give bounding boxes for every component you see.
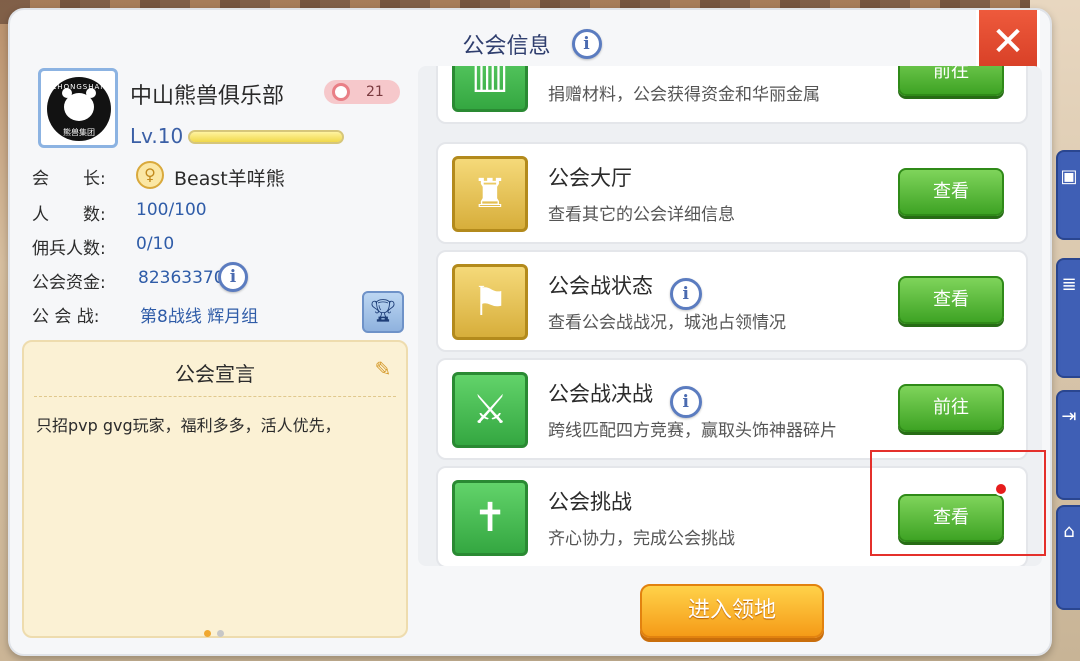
- challenge-shrine-icon: ✝: [452, 480, 528, 556]
- stat-label: 公 会 战:: [32, 307, 100, 327]
- feature-desc: 查看其它的公会详细信息: [548, 205, 735, 225]
- page-indicator: [204, 622, 230, 641]
- logo-text-top: ZHONGSHAN: [51, 83, 107, 91]
- feature-card-war-status: ⚑ 公会战状态 i 查看公会战战况，城池占领情况 查看: [436, 250, 1028, 352]
- guild-name: 中山熊兽俱乐部: [130, 84, 285, 109]
- notebook-icon: ≣: [1061, 274, 1077, 295]
- stat-row-funds: 公会资金: 82363370 i: [32, 262, 248, 293]
- bear-emblem-icon: ZHONGSHAN 熊兽集团: [47, 77, 111, 141]
- home-icon: ⌂: [1063, 521, 1075, 542]
- info-icon[interactable]: i: [571, 29, 602, 59]
- stat-value-leader[interactable]: Beast羊咩熊: [174, 164, 285, 191]
- feature-button-view[interactable]: 查看: [898, 276, 1004, 324]
- enter-territory-button[interactable]: 进入领地: [640, 584, 824, 638]
- feature-card-war-final: ⚔ 公会战决战 i 跨线匹配四方竞赛，赢取头饰神器碎片 前往: [436, 358, 1028, 460]
- stat-label: 公会资金:: [32, 273, 106, 293]
- stat-row-members: 人 数: 100/100: [32, 200, 207, 225]
- stat-value-funds: 82363370: [138, 268, 225, 288]
- badge-gem-icon: [332, 83, 350, 101]
- stat-label: 佣兵人数:: [32, 239, 106, 259]
- bear-face-icon: [62, 88, 96, 121]
- guild-logo: ZHONGSHAN 熊兽集团: [38, 68, 118, 148]
- guild-exp-fill: [190, 132, 342, 142]
- panel-title-text: 公会信息: [462, 34, 551, 59]
- female-symbol-icon: ♀: [136, 161, 164, 189]
- side-tab-notes[interactable]: ≣: [1056, 258, 1080, 378]
- logo-text-bottom: 熊兽集团: [63, 128, 95, 137]
- feature-desc: 查看公会战战况，城池占领情况: [548, 313, 786, 333]
- badge-value: 21: [366, 84, 384, 100]
- panel-title: 公会信息 i: [10, 28, 1054, 60]
- feature-desc: 跨线匹配四方竞赛，赢取头饰神器碎片: [548, 421, 837, 441]
- feature-card-hall: ♜ 公会大厅 查看其它的公会详细信息 查看: [436, 142, 1028, 244]
- door-icon: ⇥: [1061, 406, 1077, 427]
- feature-name: 公会挑战: [548, 490, 632, 514]
- feature-card-donate: ▥ 捐赠材料，公会获得资金和华丽金属 前往: [436, 66, 1028, 124]
- funds-info-icon[interactable]: i: [218, 262, 248, 292]
- feature-name-wrap: 公会战决战 i: [548, 378, 702, 418]
- stat-value-guildwar: 第8战线 辉月组: [140, 307, 259, 327]
- guild-level: Lv.10: [130, 124, 184, 148]
- stat-row-guildwar: 公 会 战: 第8战线 辉月组: [32, 302, 258, 327]
- page-dot-active: [204, 630, 211, 637]
- castle-hall-icon: ♜: [452, 156, 528, 232]
- feature-desc: 捐赠材料，公会获得资金和华丽金属: [548, 85, 820, 105]
- feature-name: 公会战状态: [548, 274, 653, 298]
- guild-info-panel: 公会信息 i ✕ ZHONGSHAN 熊兽集团 中山熊兽俱乐部 21 Lv.10…: [8, 8, 1052, 656]
- divider: [34, 396, 396, 397]
- feature-button-view[interactable]: 查看: [898, 168, 1004, 216]
- info-icon[interactable]: i: [669, 278, 702, 310]
- feature-name: 公会战决战: [548, 382, 653, 406]
- trophy-icon: 🏆︎: [369, 299, 397, 324]
- feature-button-go[interactable]: 前往: [898, 66, 1004, 96]
- manifesto-title: 公会宣言: [175, 362, 255, 386]
- stat-row-mercenaries: 佣兵人数: 0/10: [32, 234, 174, 259]
- side-tab-exit[interactable]: ⇥: [1056, 390, 1080, 500]
- stat-label: 会 长:: [32, 169, 106, 189]
- side-tab-home[interactable]: ⌂: [1056, 505, 1080, 610]
- feature-name: 公会大厅: [548, 166, 632, 190]
- guild-badge: 21: [324, 80, 400, 104]
- info-icon[interactable]: i: [669, 386, 702, 418]
- stat-value-members: 100/100: [136, 200, 207, 220]
- crossed-swords-fortress-icon: ⚔: [452, 372, 528, 448]
- feature-name-wrap: 公会战状态 i: [548, 270, 702, 310]
- manifesto-text: 只招pvp gvg玩家，福利多多，活人优先，: [36, 416, 341, 435]
- donation-book-icon: ▥: [452, 66, 528, 112]
- stat-value-mercenaries: 0/10: [136, 234, 175, 254]
- side-tab-image[interactable]: ▣: [1056, 150, 1080, 240]
- feature-desc: 齐心协力，完成公会挑战: [548, 529, 735, 549]
- guild-exp-bar: [188, 130, 344, 144]
- feature-button-go[interactable]: 前往: [898, 384, 1004, 432]
- stat-label: 人 数:: [32, 205, 106, 225]
- stat-row-leader: 会 长: ♀ Beast羊咩熊: [32, 161, 285, 190]
- manifesto-card: 公会宣言 ✎ 只招pvp gvg玩家，福利多多，活人优先，: [22, 340, 408, 638]
- highlight-box: [870, 450, 1046, 556]
- flag-fortress-icon: ⚑: [452, 264, 528, 340]
- edit-icon[interactable]: ✎: [370, 356, 396, 382]
- page-dot: [217, 630, 224, 637]
- image-icon: ▣: [1060, 166, 1078, 187]
- trophy-button[interactable]: 🏆︎: [362, 291, 404, 333]
